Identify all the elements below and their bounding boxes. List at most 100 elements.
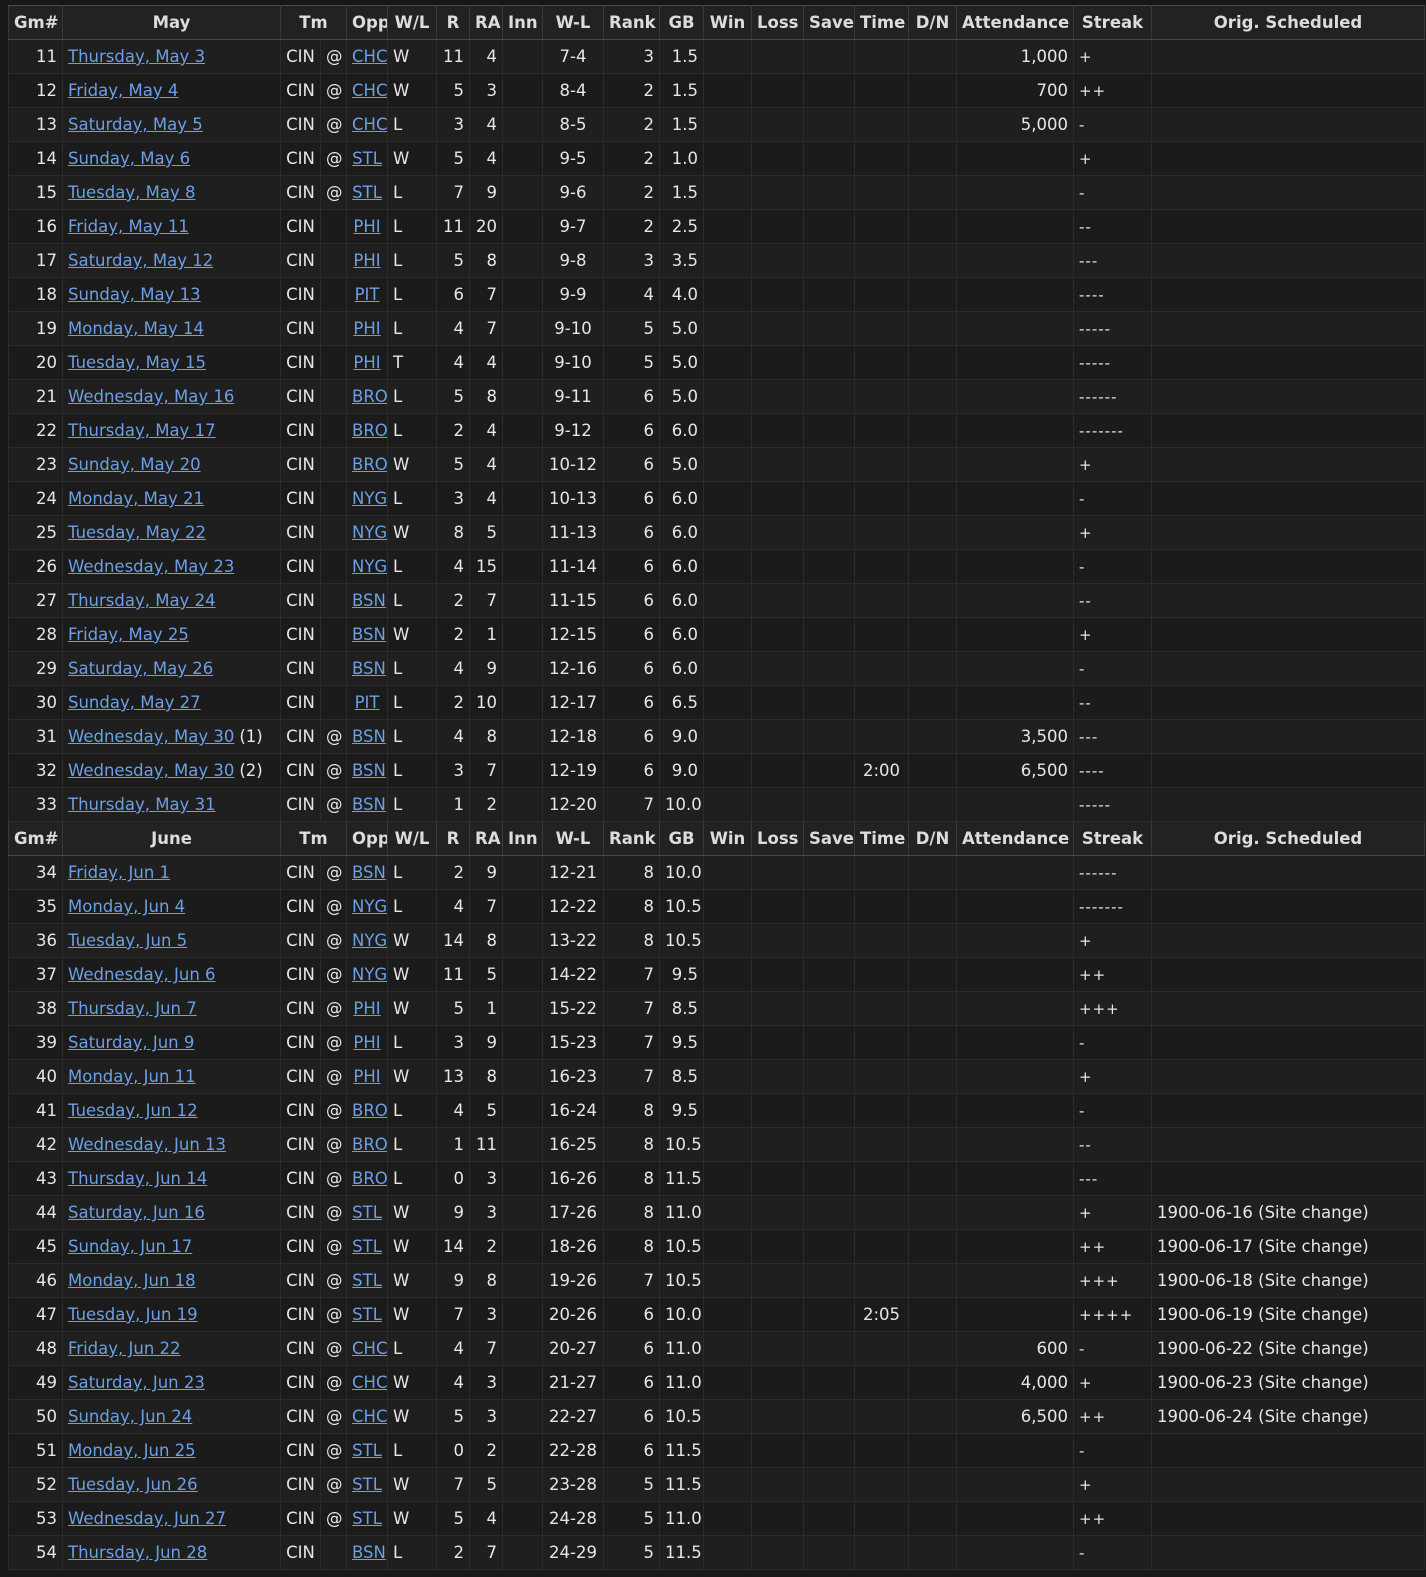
date-cell[interactable]: Wednesday, May 16 [62,379,281,414]
date-cell[interactable]: Saturday, Jun 9 [62,1025,281,1060]
opponent-link[interactable]: CHC [352,1407,387,1426]
opponent-link[interactable]: STL [352,183,382,202]
opponent-cell[interactable]: CHC [346,39,389,74]
opponent-link[interactable]: STL [352,149,382,168]
boxscore-link[interactable]: Tuesday, Jun 12 [68,1101,198,1120]
boxscore-link[interactable]: Tuesday, May 15 [68,353,206,372]
gm-header[interactable]: Gm# [8,821,63,856]
month-header[interactable]: May [62,5,281,40]
date-cell[interactable]: Saturday, May 5 [62,107,281,142]
opponent-link[interactable]: BRO [352,421,387,440]
opponent-cell[interactable]: PHI [346,991,389,1026]
opponent-link[interactable]: CHC [352,81,387,100]
boxscore-link[interactable]: Tuesday, May 22 [68,523,206,542]
opponent-cell[interactable]: STL [346,141,389,176]
opponent-link[interactable]: BRO [352,455,387,474]
boxscore-link[interactable]: Monday, Jun 25 [68,1441,196,1460]
opponent-link[interactable]: PHI [353,353,380,372]
opponent-cell[interactable]: NYG [346,515,389,550]
date-cell[interactable]: Saturday, May 26 [62,651,281,686]
boxscore-link[interactable]: Wednesday, May 16 [68,387,234,406]
attendance-header[interactable]: Attendance [956,5,1075,40]
opponent-link[interactable]: BRO [352,1135,387,1154]
date-cell[interactable]: Tuesday, Jun 26 [62,1467,281,1502]
boxscore-link[interactable]: Thursday, May 17 [68,421,216,440]
date-cell[interactable]: Tuesday, Jun 19 [62,1297,281,1332]
opponent-link[interactable]: STL [352,1271,382,1290]
date-cell[interactable]: Friday, May 25 [62,617,281,652]
attendance-header[interactable]: Attendance [956,821,1075,856]
orig-scheduled-header[interactable]: Orig. Scheduled [1151,5,1426,40]
opponent-cell[interactable]: CHC [346,1399,389,1434]
opponent-link[interactable]: STL [352,1305,382,1324]
loss-header[interactable]: Loss [751,5,805,40]
boxscore-link[interactable]: Sunday, Jun 17 [68,1237,192,1256]
opp-header[interactable]: Opp [346,821,389,856]
opponent-link[interactable]: BSN [352,625,386,644]
time-header[interactable]: Time [854,821,910,856]
boxscore-link[interactable]: Sunday, May 20 [68,455,201,474]
date-cell[interactable]: Saturday, May 12 [62,243,281,278]
ra-header[interactable]: RA [469,821,504,856]
opponent-cell[interactable]: BSN [346,753,389,788]
opponent-cell[interactable]: CHC [346,1331,389,1366]
boxscore-link[interactable]: Saturday, May 12 [68,251,213,270]
date-cell[interactable]: Monday, May 21 [62,481,281,516]
dn-header[interactable]: D/N [908,5,958,40]
boxscore-link[interactable]: Friday, Jun 22 [68,1339,181,1358]
tm-header[interactable]: Tm [279,821,348,856]
date-cell[interactable]: Monday, Jun 4 [62,889,281,924]
opponent-cell[interactable]: NYG [346,549,389,584]
boxscore-link[interactable]: Wednesday, May 30 [68,761,234,780]
wl-header[interactable]: W/L [387,821,438,856]
date-cell[interactable]: Sunday, May 6 [62,141,281,176]
opponent-cell[interactable]: STL [346,175,389,210]
streak-header[interactable]: Streak [1073,821,1153,856]
boxscore-link[interactable]: Wednesday, Jun 27 [68,1509,226,1528]
opponent-cell[interactable]: CHC [346,107,389,142]
opponent-link[interactable]: BSN [352,761,386,780]
r-header[interactable]: R [436,5,471,40]
opponent-cell[interactable]: PHI [346,243,389,278]
opponent-link[interactable]: CHC [352,1339,387,1358]
boxscore-link[interactable]: Thursday, May 3 [68,47,205,66]
boxscore-link[interactable]: Sunday, May 13 [68,285,201,304]
opponent-cell[interactable]: BRO [346,447,389,482]
date-cell[interactable]: Wednesday, Jun 27 [62,1501,281,1536]
opponent-link[interactable]: STL [352,1203,382,1222]
opponent-link[interactable]: PHI [353,251,380,270]
boxscore-link[interactable]: Sunday, Jun 24 [68,1407,192,1426]
opponent-cell[interactable]: BRO [346,1093,389,1128]
date-cell[interactable]: Thursday, Jun 28 [62,1535,281,1570]
date-cell[interactable]: Monday, May 14 [62,311,281,346]
opponent-link[interactable]: PHI [353,217,380,236]
boxscore-link[interactable]: Monday, Jun 18 [68,1271,196,1290]
boxscore-link[interactable]: Thursday, Jun 7 [68,999,197,1018]
opponent-link[interactable]: BSN [352,727,386,746]
boxscore-link[interactable]: Saturday, Jun 16 [68,1203,205,1222]
boxscore-link[interactable]: Thursday, Jun 28 [68,1543,207,1562]
opponent-link[interactable]: STL [352,1475,382,1494]
date-cell[interactable]: Thursday, May 24 [62,583,281,618]
win-header[interactable]: Win [703,821,753,856]
rank-header[interactable]: Rank [603,5,661,40]
boxscore-link[interactable]: Wednesday, May 23 [68,557,234,576]
opponent-cell[interactable]: CHC [346,73,389,108]
date-cell[interactable]: Thursday, Jun 14 [62,1161,281,1196]
boxscore-link[interactable]: Monday, May 21 [68,489,204,508]
boxscore-link[interactable]: Thursday, May 24 [68,591,216,610]
boxscore-link[interactable]: Saturday, May 5 [68,115,203,134]
opponent-cell[interactable]: PIT [346,685,389,720]
opponent-cell[interactable]: STL [346,1501,389,1536]
save-header[interactable]: Save [803,5,856,40]
opponent-cell[interactable]: PHI [346,1059,389,1094]
opponent-link[interactable]: CHC [352,1373,387,1392]
r-header[interactable]: R [436,821,471,856]
opponent-link[interactable]: NYG [352,931,387,950]
boxscore-link[interactable]: Sunday, May 6 [68,149,190,168]
opponent-link[interactable]: STL [352,1509,382,1528]
opponent-cell[interactable]: STL [346,1195,389,1230]
date-cell[interactable]: Sunday, May 13 [62,277,281,312]
date-cell[interactable]: Saturday, Jun 16 [62,1195,281,1230]
opponent-cell[interactable]: BSN [346,787,389,822]
